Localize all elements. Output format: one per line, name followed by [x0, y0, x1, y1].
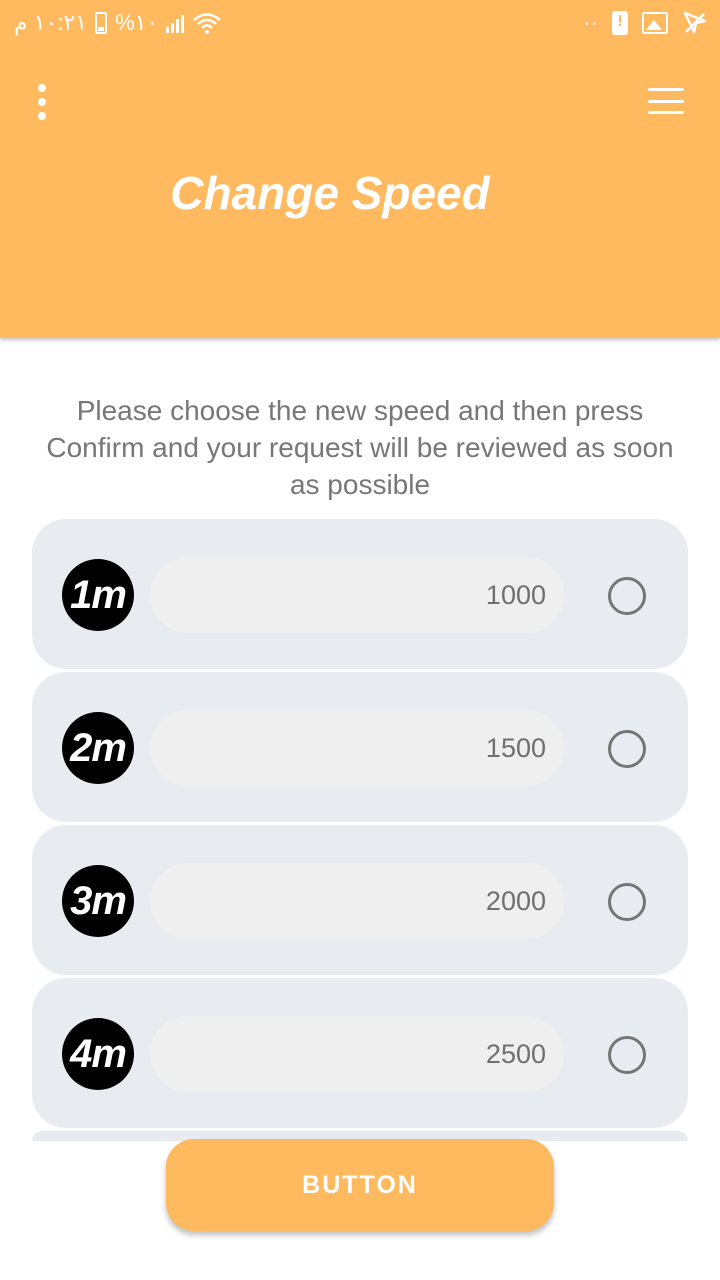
status-bar: ١٠:٢١ م %١٠ ··	[0, 0, 720, 48]
speed-value: 1000	[485, 580, 546, 610]
speed-value: 2500	[485, 1039, 546, 1069]
speed-value: 2000	[485, 886, 546, 916]
speed-option-2m[interactable]: 2m 1500	[32, 672, 688, 822]
signal-icon	[166, 13, 185, 33]
status-time: ١٠:٢١ م	[14, 10, 88, 35]
speed-value-pill: 2500	[150, 1016, 564, 1092]
more-vert-icon[interactable]	[28, 84, 56, 120]
speed-value: 1500	[485, 733, 546, 763]
page-title: Change Speed	[170, 167, 490, 219]
speed-value-pill: 1500	[150, 710, 564, 786]
speed-value-pill: 1000	[150, 557, 564, 633]
instructions-text: Please choose the new speed and then pre…	[46, 395, 674, 500]
speed-radio-button[interactable]	[608, 577, 646, 615]
status-right: ··	[583, 10, 708, 36]
status-left: ١٠:٢١ م %١٠	[14, 10, 222, 36]
speed-options-list: 1m 1000 2m 1500 3m 2000 4m 2500	[32, 519, 688, 1141]
battery-percent: %١٠	[115, 10, 159, 35]
speed-radio-button[interactable]	[608, 1036, 646, 1074]
speed-radio-button[interactable]	[608, 883, 646, 921]
speed-badge: 4m	[62, 1018, 134, 1090]
action-button[interactable]: BUTTON	[166, 1139, 554, 1231]
image-notification-icon	[642, 12, 668, 34]
speed-option-3m[interactable]: 3m 2000	[32, 825, 688, 975]
speed-option-4m[interactable]: 4m 2500	[32, 978, 688, 1128]
battery-icon	[95, 12, 108, 34]
speed-radio-button[interactable]	[608, 730, 646, 768]
dots-indicator-icon: ··	[583, 10, 598, 35]
speed-badge: 3m	[62, 865, 134, 937]
speed-badge: 1m	[62, 559, 134, 631]
hamburger-icon[interactable]	[648, 88, 684, 114]
app-header: ١٠:٢١ م %١٠ ·· Cha	[0, 0, 720, 338]
location-off-icon	[683, 11, 707, 34]
wifi-icon	[193, 13, 222, 34]
speed-option-1m[interactable]: 1m 1000	[32, 519, 688, 669]
speed-badge: 2m	[62, 712, 134, 784]
speed-value-pill: 2000	[150, 863, 564, 939]
battery-alert-icon	[612, 11, 628, 35]
